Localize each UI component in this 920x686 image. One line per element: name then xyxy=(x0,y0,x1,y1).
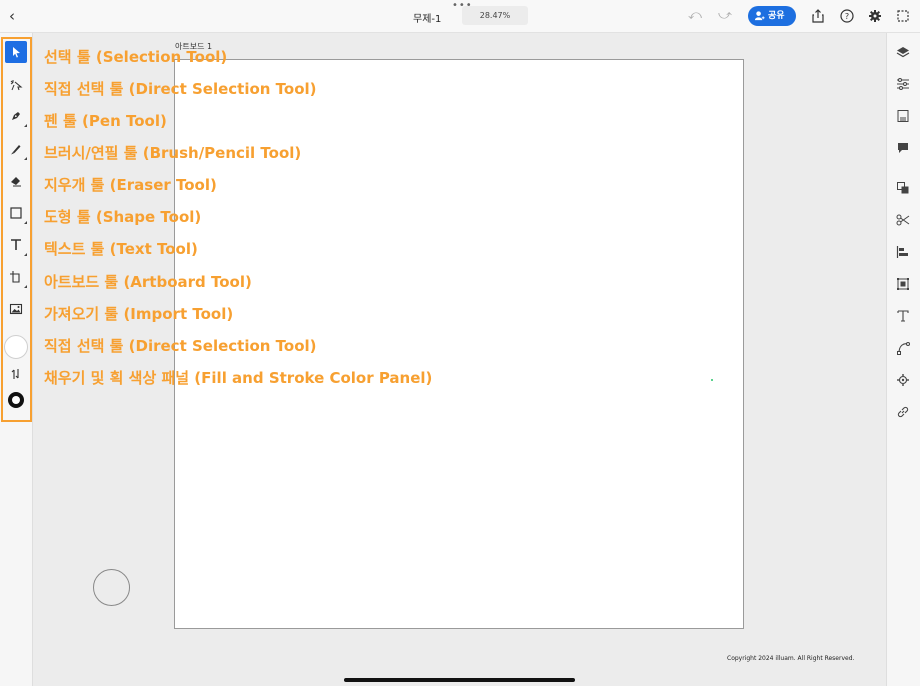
copyright-text: Copyright 2024 illuam. All Right Reserve… xyxy=(727,655,855,662)
text-tool[interactable] xyxy=(5,234,27,256)
pen-icon xyxy=(12,112,20,120)
annotation-label: 가져오기 툴 (Import Tool) xyxy=(44,305,234,323)
settings-gear-icon[interactable] xyxy=(896,373,910,387)
annotation-label: 선택 툴 (Selection Tool) xyxy=(44,48,228,66)
magic-select-icon xyxy=(10,80,23,91)
libraries-icon[interactable] xyxy=(896,109,910,123)
annotation-label: 채우기 및 획 색상 패널 (Fill and Stroke Color Pan… xyxy=(44,369,433,387)
annotation-label: 아트보드 툴 (Artboard Tool) xyxy=(44,273,252,291)
brush-tool[interactable] xyxy=(5,138,27,160)
shape-tool[interactable] xyxy=(5,202,27,224)
properties-panel xyxy=(886,33,920,686)
annotation-label: 도형 툴 (Shape Tool) xyxy=(44,208,202,226)
fill-swatch[interactable] xyxy=(4,335,28,359)
transform-icon[interactable] xyxy=(896,277,910,291)
settings-icon[interactable] xyxy=(866,7,884,25)
redo-icon[interactable]: ⤻ xyxy=(718,8,732,23)
swap-icon xyxy=(11,369,19,379)
stroke-circle-icon xyxy=(8,392,24,408)
submenu-corner xyxy=(24,157,27,160)
help-icon[interactable]: ? xyxy=(838,7,856,25)
annotation-label: 텍스트 툴 (Text Tool) xyxy=(44,240,198,258)
stroke-swatch[interactable] xyxy=(5,389,27,411)
rectangle-icon xyxy=(10,207,22,219)
cut-icon[interactable] xyxy=(896,213,910,227)
submenu-corner xyxy=(24,285,27,288)
submenu-corner xyxy=(24,221,27,224)
arrange-icon[interactable] xyxy=(896,181,910,195)
svg-text:?: ? xyxy=(845,12,849,21)
selection-arrow-icon xyxy=(13,47,20,58)
annotation-label: 브러시/연필 툴 (Brush/Pencil Tool) xyxy=(44,144,302,162)
image-icon xyxy=(9,303,23,315)
brush-icon xyxy=(11,145,21,155)
touch-shortcut[interactable] xyxy=(93,569,130,606)
type-icon[interactable] xyxy=(896,309,910,323)
link-icon[interactable] xyxy=(896,405,910,419)
align-icon[interactable] xyxy=(896,245,910,259)
top-bar: ‹ ••• 무제-1 28.47% ⤺ ⤻ 공유 ? xyxy=(0,0,920,33)
eraser-icon xyxy=(11,177,21,187)
submenu-corner xyxy=(24,253,27,256)
share-export-icon[interactable] xyxy=(809,7,827,25)
selection-tool[interactable] xyxy=(5,41,27,63)
share-button[interactable]: 공유 xyxy=(748,6,796,26)
annotation-label: 직접 선택 툴 (Direct Selection Tool) xyxy=(44,80,317,98)
chevron-left-icon[interactable]: ‹ xyxy=(9,7,15,25)
comments-icon[interactable] xyxy=(896,141,910,155)
annotation-label: 직접 선택 툴 (Direct Selection Tool) xyxy=(44,337,317,355)
direct-selection-tool[interactable] xyxy=(5,74,27,96)
swap-colors[interactable] xyxy=(5,363,27,385)
pen-tool[interactable] xyxy=(5,105,27,127)
undo-icon[interactable]: ⤺ xyxy=(688,8,702,23)
person-add-icon xyxy=(754,11,765,21)
annotation-label: 펜 툴 (Pen Tool) xyxy=(44,112,167,130)
artboards-icon[interactable] xyxy=(894,7,912,25)
path-icon[interactable] xyxy=(896,341,910,355)
properties-icon[interactable] xyxy=(896,77,910,91)
artboard-icon xyxy=(10,271,20,283)
home-indicator[interactable] xyxy=(344,678,575,682)
submenu-corner xyxy=(24,124,27,127)
layers-icon[interactable] xyxy=(896,45,910,59)
artboard-tool[interactable] xyxy=(5,266,27,288)
canvas-dot xyxy=(711,379,713,381)
eraser-tool[interactable] xyxy=(5,170,27,192)
zoom-level[interactable]: 28.47% xyxy=(462,6,528,25)
text-icon xyxy=(11,239,21,250)
import-tool[interactable] xyxy=(5,298,27,320)
annotation-label: 지우개 툴 (Eraser Tool) xyxy=(44,176,217,194)
document-title[interactable]: 무제-1 xyxy=(413,10,441,25)
share-label: 공유 xyxy=(768,11,785,21)
